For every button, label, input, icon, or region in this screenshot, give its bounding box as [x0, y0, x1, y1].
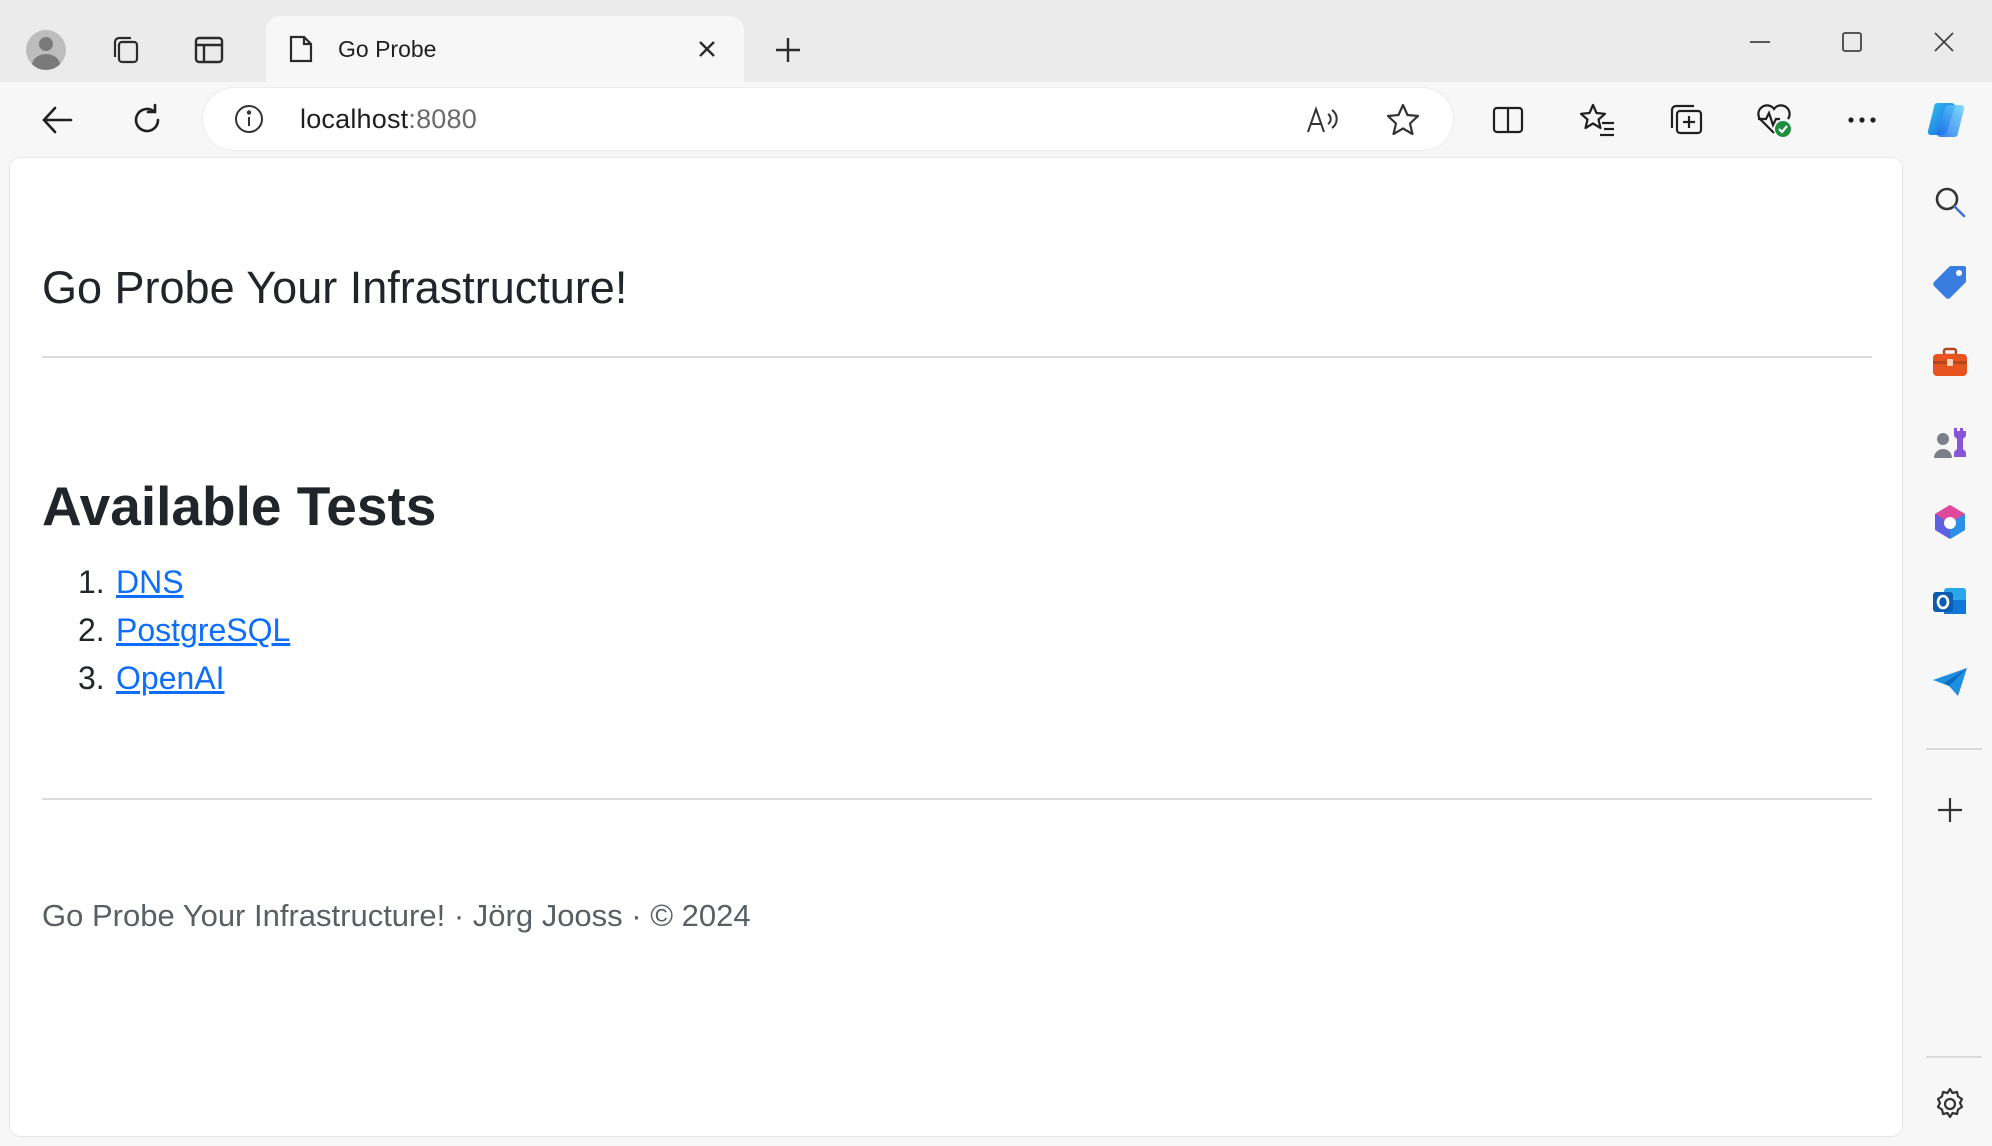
title-bar: Go Probe: [0, 0, 1992, 82]
url-text[interactable]: localhost:8080: [300, 104, 477, 135]
sidebar-send-button[interactable]: [1922, 654, 1978, 710]
info-icon[interactable]: [233, 103, 265, 135]
divider: [42, 798, 1872, 800]
more-button[interactable]: [1834, 92, 1890, 148]
test-link-postgresql[interactable]: PostgreSQL: [116, 612, 290, 648]
maximize-button[interactable]: [1822, 18, 1882, 66]
test-list: 1. DNS 2. PostgreSQL 3. OpenAI: [78, 558, 290, 702]
favorites-button[interactable]: [1570, 92, 1626, 148]
profile-avatar-icon: [26, 30, 66, 70]
sidebar-shopping-button[interactable]: [1922, 254, 1978, 310]
collections-icon: [1670, 104, 1703, 135]
list-item: 3. OpenAI: [78, 654, 290, 702]
toolbox-icon: [1933, 347, 1967, 376]
close-window-button[interactable]: [1914, 18, 1974, 66]
edge-sidebar: [1910, 158, 1992, 1146]
workspaces-button[interactable]: [100, 24, 152, 76]
browser-toolbar: localhost:8080: [0, 82, 1992, 158]
url-host: localhost: [300, 104, 409, 134]
browser-essentials-button[interactable]: [1746, 92, 1802, 148]
split-screen-icon: [1492, 106, 1524, 134]
divider: [42, 356, 1872, 358]
plus-icon: [1938, 798, 1962, 822]
vertical-tabs-button[interactable]: [183, 24, 235, 76]
copilot-icon: [1927, 102, 1965, 138]
list-item: 1. DNS: [78, 558, 290, 606]
close-window-icon: [1934, 32, 1954, 52]
sidebar-divider: [1926, 748, 1982, 750]
more-icon: [1848, 117, 1876, 123]
workspaces-icon: [113, 36, 139, 64]
active-tab[interactable]: Go Probe: [266, 16, 744, 82]
gear-icon: [1936, 1087, 1964, 1119]
list-number: 2.: [78, 612, 105, 648]
section-title: Available Tests: [42, 475, 437, 537]
page-viewport: Go Probe Your Infrastructure! Available …: [10, 158, 1902, 1136]
minimize-button[interactable]: [1730, 18, 1790, 66]
back-arrow-icon: [42, 106, 73, 134]
microsoft-365-icon: [1935, 505, 1965, 539]
list-item: 2. PostgreSQL: [78, 606, 290, 654]
tab-close-button[interactable]: [690, 32, 724, 66]
new-tab-button[interactable]: [762, 24, 814, 76]
sidebar-search-button[interactable]: [1922, 174, 1978, 230]
address-bar[interactable]: localhost:8080: [203, 88, 1453, 150]
url-port: :8080: [408, 104, 477, 134]
test-link-dns[interactable]: DNS: [116, 564, 184, 600]
list-number: 3.: [78, 660, 105, 696]
sidebar-outlook-button[interactable]: [1922, 574, 1978, 630]
maximize-icon: [1842, 32, 1862, 52]
close-icon: [699, 41, 715, 57]
test-link-openai[interactable]: OpenAI: [116, 660, 225, 696]
favorites-icon: [1580, 103, 1614, 137]
minimize-icon: [1750, 41, 1770, 43]
search-icon: [1935, 187, 1966, 218]
refresh-button[interactable]: [118, 92, 176, 148]
page-title: Go Probe Your Infrastructure!: [42, 262, 628, 313]
page-icon: [286, 34, 316, 64]
sidebar-add-button[interactable]: [1922, 782, 1978, 838]
shopping-tag-icon: [1933, 266, 1966, 299]
outlook-icon: [1933, 588, 1966, 614]
vertical-tabs-icon: [194, 36, 224, 64]
games-icon: [1934, 428, 1966, 458]
profile-button[interactable]: [20, 24, 72, 76]
collections-button[interactable]: [1658, 92, 1714, 148]
copilot-button[interactable]: [1918, 92, 1974, 148]
star-icon[interactable]: [1383, 100, 1423, 140]
plus-icon: [776, 38, 800, 62]
back-button[interactable]: [28, 92, 86, 148]
split-screen-button[interactable]: [1480, 92, 1536, 148]
sidebar-games-button[interactable]: [1922, 414, 1978, 470]
sidebar-tools-button[interactable]: [1922, 334, 1978, 390]
refresh-icon: [134, 103, 160, 133]
sidebar-m365-button[interactable]: [1922, 494, 1978, 550]
send-icon: [1933, 668, 1967, 696]
tab-title: Go Probe: [338, 36, 437, 62]
sidebar-settings-button[interactable]: [1922, 1076, 1978, 1132]
browser-essentials-icon: [1757, 104, 1791, 137]
sidebar-divider: [1926, 1056, 1982, 1058]
read-aloud-icon[interactable]: [1303, 100, 1343, 140]
page-footer: Go Probe Your Infrastructure! · Jörg Joo…: [42, 898, 751, 933]
list-number: 1.: [78, 564, 105, 600]
